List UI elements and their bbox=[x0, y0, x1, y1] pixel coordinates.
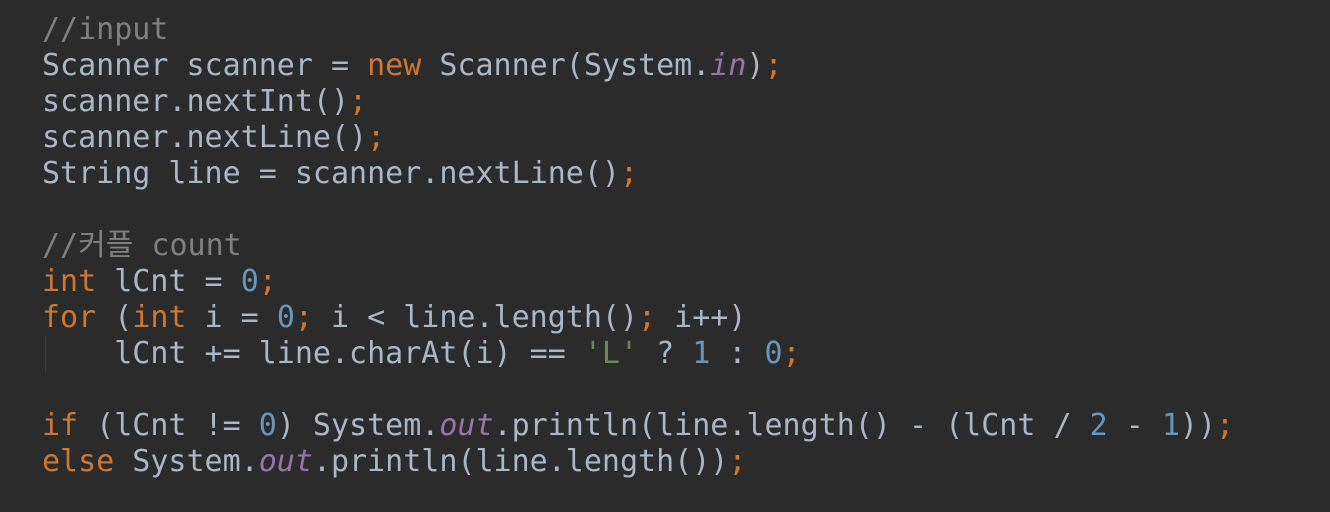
token-code-text: ? bbox=[638, 336, 693, 371]
token-number: 0 bbox=[258, 408, 277, 443]
token-code-text: ) bbox=[746, 48, 765, 83]
token-string: 'L' bbox=[583, 336, 639, 371]
code-line[interactable]: //input bbox=[42, 12, 1234, 48]
token-code-text: scanner.nextInt() bbox=[42, 84, 350, 119]
code-line[interactable]: if (lCnt != 0) System.out.println(line.l… bbox=[42, 408, 1234, 444]
token-keyword: int bbox=[132, 300, 187, 335]
token-punctuation: ; bbox=[638, 300, 657, 335]
token-code-text: System. bbox=[114, 444, 259, 479]
token-code-text: )) bbox=[1179, 408, 1217, 443]
token-code-text: ) System. bbox=[276, 408, 440, 443]
token-punctuation: ; bbox=[782, 336, 801, 371]
code-line[interactable]: //커플 count bbox=[42, 228, 1234, 264]
token-code-text: String line = scanner.nextLine() bbox=[42, 156, 620, 191]
token-code-text: i < line.length() bbox=[312, 300, 639, 335]
code-line[interactable]: Scanner scanner = new Scanner(System.in)… bbox=[42, 48, 1234, 84]
token-keyword: for bbox=[42, 300, 97, 335]
token-keyword: else bbox=[42, 444, 115, 479]
code-line[interactable]: for (int i = 0; i < line.length(); i++) bbox=[42, 300, 1234, 336]
code-line[interactable]: scanner.nextLine(); bbox=[42, 120, 1234, 156]
code-line[interactable]: lCnt += line.charAt(i) == 'L' ? 1 : 0; bbox=[42, 336, 1234, 372]
token-comment: //커플 count bbox=[42, 228, 242, 263]
code-editor[interactable]: //input Scanner scanner = new Scanner(Sys… bbox=[0, 0, 1330, 512]
code-area[interactable]: //input Scanner scanner = new Scanner(Sys… bbox=[42, 12, 1234, 480]
token-code-text: lCnt = bbox=[96, 264, 241, 299]
token-code-text: i++) bbox=[656, 300, 747, 335]
token-punctuation: ; bbox=[1216, 408, 1235, 443]
token-punctuation: ; bbox=[619, 156, 639, 191]
token-code-text: scanner.nextLine() bbox=[42, 120, 368, 155]
code-line[interactable]: String line = scanner.nextLine(); bbox=[42, 156, 1234, 192]
token-code-text: .println(line.length()) bbox=[312, 444, 729, 479]
token-code-text: - bbox=[1107, 408, 1162, 443]
token-punctuation: ; bbox=[728, 444, 747, 479]
token-code-text: Scanner scanner = bbox=[42, 48, 368, 83]
token-number: 0 bbox=[276, 300, 295, 335]
token-keyword: int bbox=[42, 264, 97, 299]
token-punctuation: ; bbox=[258, 264, 277, 299]
token-code-text: .println(line.length() - (lCnt / bbox=[493, 408, 1090, 443]
token-keyword: new bbox=[367, 48, 422, 83]
token-punctuation: ; bbox=[349, 84, 368, 119]
token-code-text: i = bbox=[186, 300, 277, 335]
token-punctuation: ; bbox=[764, 48, 783, 83]
token-number: 0 bbox=[764, 336, 783, 371]
token-number: 0 bbox=[240, 264, 259, 299]
code-line[interactable] bbox=[42, 372, 1234, 408]
token-code-text: Scanner(System. bbox=[421, 48, 711, 83]
token-number: 2 bbox=[1089, 408, 1108, 443]
token-code-text: : bbox=[710, 336, 765, 371]
code-line[interactable]: else System.out.println(line.length()); bbox=[42, 444, 1234, 480]
token-punctuation: ; bbox=[367, 120, 386, 155]
token-number: 1 bbox=[692, 336, 711, 371]
token-punctuation: ; bbox=[294, 300, 313, 335]
code-line[interactable] bbox=[42, 192, 1234, 228]
token-code-text: ( bbox=[96, 300, 133, 335]
token-code-text: (lCnt != bbox=[78, 408, 259, 443]
token-field: out bbox=[439, 408, 494, 443]
token-comment: //input bbox=[42, 12, 169, 47]
token-number: 1 bbox=[1161, 408, 1180, 443]
token-field: out bbox=[258, 444, 313, 479]
token-keyword: if bbox=[42, 408, 79, 443]
code-line[interactable]: scanner.nextInt(); bbox=[42, 84, 1234, 120]
indent-guide bbox=[45, 336, 46, 372]
code-line[interactable]: int lCnt = 0; bbox=[42, 264, 1234, 300]
token-code-text: lCnt += line.charAt(i) == bbox=[42, 336, 584, 371]
token-field: in bbox=[710, 48, 747, 83]
